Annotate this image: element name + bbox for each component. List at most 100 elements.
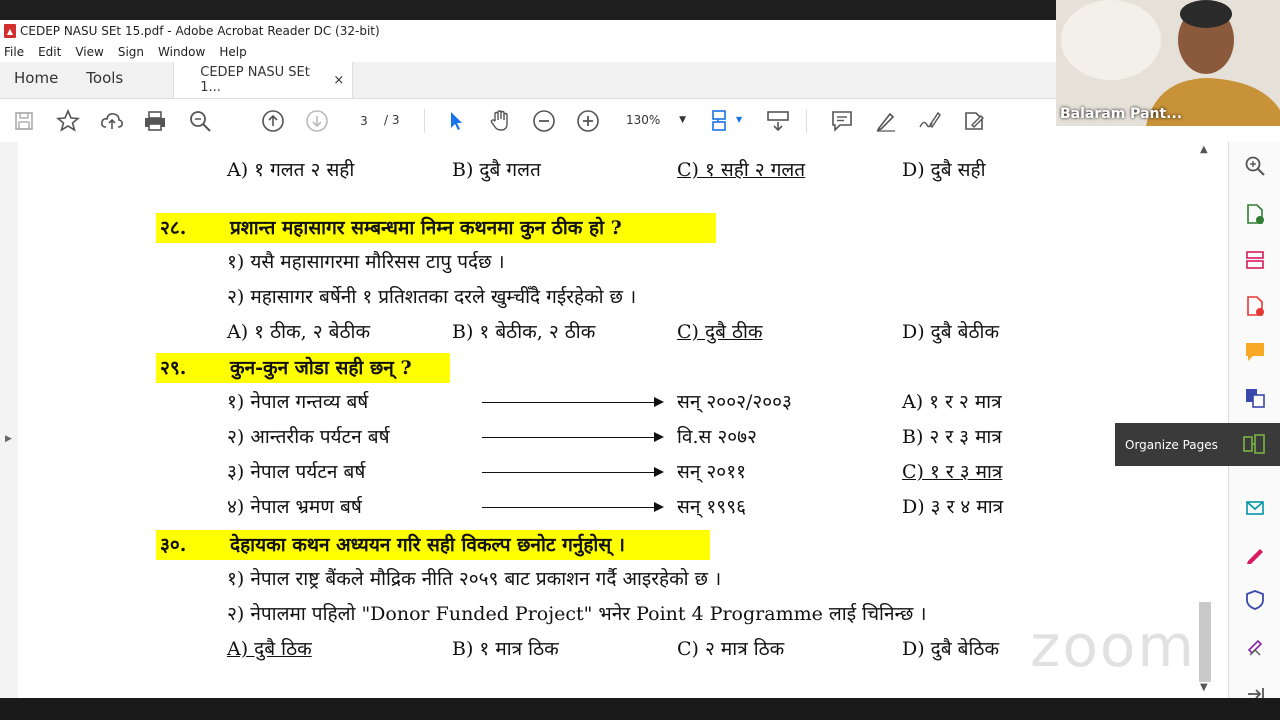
menu-file[interactable]: File: [4, 45, 24, 59]
screen-bottom-bar: [0, 698, 1280, 720]
menu-edit[interactable]: Edit: [38, 45, 61, 59]
edit-pdf-icon[interactable]: [1243, 248, 1267, 272]
menu-sign[interactable]: Sign: [118, 45, 144, 59]
export-pdf-icon[interactable]: [1243, 202, 1267, 226]
q28-question: प्रशान्त महासागर सम्बन्धमा निम्न कथनमा क…: [230, 217, 622, 239]
page-display-chevron-icon[interactable]: ▼: [736, 115, 742, 124]
bookmark-star-icon[interactable]: [56, 109, 80, 133]
zoom-out-icon[interactable]: [532, 109, 556, 133]
q30-option-b: B) १ मात्र ठिक: [452, 638, 559, 660]
zoom-level-dropdown[interactable]: 130% ▼: [620, 109, 692, 131]
organize-pages-icon[interactable]: [1242, 433, 1266, 458]
q28-option-c: C) दुबै ठीक: [677, 321, 763, 343]
q29-option-c: C) १ र ३ मात्र: [902, 461, 1003, 483]
tooltip-label: Organize Pages: [1125, 437, 1218, 452]
q30-statement-1: १) नेपाल राष्ट्र बैंकले मौद्रिक नीति २०५…: [227, 568, 722, 590]
participant-video[interactable]: Balaram Pant...: [1056, 0, 1280, 126]
q29-question: कुन-कुन जोडा सही छन् ?: [230, 357, 412, 379]
chevron-down-icon: ▼: [679, 115, 686, 125]
tab-close-icon[interactable]: ×: [333, 73, 344, 88]
tab-document-label: CEDEP NASU SEt 1...: [200, 65, 310, 95]
pdf-page: A) १ गलत २ सही B) दुबै गलत C) १ सही २ गल…: [140, 142, 1060, 698]
scroll-thumb[interactable]: [1199, 602, 1211, 682]
left-panel-toggle[interactable]: ▶: [0, 142, 18, 698]
highlight-pen-icon[interactable]: [874, 109, 898, 133]
cloud-upload-icon[interactable]: [100, 109, 124, 133]
q28-heading: २८. प्रशान्त महासागर सम्बन्धमा निम्न कथनम…: [156, 213, 716, 243]
vertical-scrollbar[interactable]: ▲ ▼: [1196, 142, 1214, 698]
menu-help[interactable]: Help: [219, 45, 246, 59]
comment-icon[interactable]: [830, 109, 854, 133]
q30-option-d: D) दुबै बेठिक: [902, 638, 1000, 660]
q29-row-3-right: सन् २०११: [677, 461, 746, 483]
q30-question: देहायका कथन अध्ययन गरि सही विकल्प छनोट ग…: [230, 534, 625, 556]
protect-shield-icon[interactable]: [1243, 588, 1267, 612]
q28-statement-2: २) महासागर बर्षेनी १ प्रतिशतका दरले खुम्…: [227, 286, 637, 308]
tab-home[interactable]: Home: [0, 69, 72, 98]
menu-view[interactable]: View: [75, 45, 103, 59]
q29-row-4-right: सन् १९९६: [677, 496, 746, 518]
print-icon[interactable]: [143, 109, 167, 133]
more-tools-icon[interactable]: [1243, 634, 1267, 658]
send-for-review-icon[interactable]: [1243, 496, 1267, 520]
q27-option-a: A) १ गलत २ सही: [227, 159, 355, 181]
scroll-down-icon[interactable]: ▼: [1200, 682, 1208, 693]
create-pdf-icon[interactable]: [1243, 294, 1267, 318]
tab-document[interactable]: CEDEP NASU SEt 1... ×: [173, 62, 354, 98]
q29-row-2-arrow: [482, 432, 664, 442]
q28-number: २८.: [160, 217, 187, 239]
q28-option-b: B) १ बेठीक, २ ठीक: [452, 321, 596, 343]
q29-option-b: B) २ र ३ मात्र: [902, 426, 1002, 448]
search-zoom-icon[interactable]: [188, 109, 212, 133]
q29-heading: २९. कुन-कुन जोडा सही छन् ?: [156, 353, 450, 383]
q27-option-c: C) १ सही २ गलत: [677, 159, 806, 181]
save-icon[interactable]: [12, 109, 36, 133]
q28-option-a: A) १ ठीक, २ बेठीक: [227, 321, 371, 343]
tab-tools[interactable]: Tools: [72, 69, 137, 98]
menu-window[interactable]: Window: [158, 45, 205, 59]
page-display-icon[interactable]: [710, 109, 734, 133]
collapse-pane-icon[interactable]: [1243, 682, 1267, 698]
q29-option-d: D) ३ र ४ मात्र: [902, 496, 1004, 518]
q27-option-d: D) दुबै सही: [902, 159, 986, 181]
fill-and-sign-icon[interactable]: [1243, 542, 1267, 566]
q30-option-a: A) दुबै ठिक: [227, 638, 312, 660]
zoom-watermark: zoom: [1030, 612, 1196, 680]
select-cursor-icon[interactable]: [444, 109, 468, 133]
sign-icon[interactable]: [918, 109, 942, 133]
combine-files-icon[interactable]: [1243, 386, 1267, 410]
participant-name: Balaram Pant...: [1060, 106, 1183, 122]
organize-pages-tooltip[interactable]: Organize Pages: [1115, 423, 1280, 466]
zoom-in-icon[interactable]: [576, 109, 600, 133]
page-number-input[interactable]: 3: [348, 109, 380, 133]
scrolling-mode-icon[interactable]: [766, 109, 790, 133]
q28-statement-1: १) यसै महासागरमा मौरिसस टापु पर्दछ ।: [227, 251, 505, 273]
q29-row-1-left: १) नेपाल गन्तव्य बर्ष: [227, 391, 369, 413]
next-page-icon[interactable]: [305, 109, 329, 133]
q29-row-4-arrow: [482, 502, 664, 512]
scroll-up-icon[interactable]: ▲: [1200, 144, 1208, 155]
q29-row-1-arrow: [482, 397, 664, 407]
toolbar-divider: [424, 109, 425, 133]
previous-page-icon[interactable]: [261, 109, 285, 133]
toolbar-divider: [806, 109, 807, 133]
right-tools-pane: [1228, 142, 1280, 698]
hand-tool-icon[interactable]: [488, 109, 512, 133]
q29-row-1-right: सन् २००२/२००३: [677, 391, 792, 413]
q30-number: ३०.: [160, 534, 187, 556]
page-total: / 3: [384, 113, 400, 127]
fill-sign-icon[interactable]: [962, 109, 986, 133]
expand-left-panel-icon[interactable]: ▶: [5, 434, 12, 444]
q30-option-c: C) २ मात्र ठिक: [677, 638, 785, 660]
q29-row-3-arrow: [482, 467, 664, 477]
q29-row-3-left: ३) नेपाल पर्यटन बर्ष: [227, 461, 366, 483]
q30-statement-2: २) नेपालमा पहिलो "Donor Funded Project" …: [227, 603, 927, 625]
comment-tool-icon[interactable]: [1243, 340, 1267, 364]
q30-heading: ३०. देहायका कथन अध्ययन गरि सही विकल्प छनो…: [156, 530, 710, 560]
acrobat-pdf-icon: ▲: [4, 24, 16, 38]
q27-option-b: B) दुबै गलत: [452, 159, 541, 181]
zoom-level-value: 130%: [626, 113, 661, 127]
q29-row-2-right: वि.स २०७२: [677, 426, 757, 448]
q29-row-4-left: ४) नेपाल भ्रमण बर्ष: [227, 496, 362, 518]
search-icon[interactable]: [1243, 154, 1267, 178]
